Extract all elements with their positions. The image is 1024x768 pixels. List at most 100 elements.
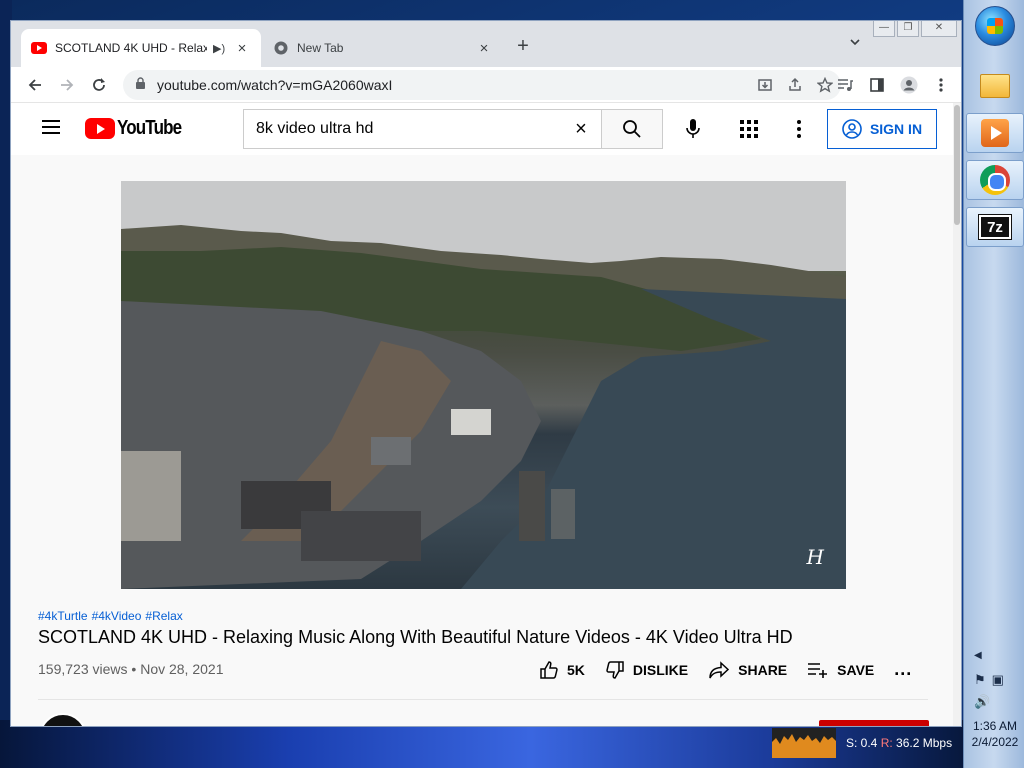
tab-new-tab[interactable]: New Tab ×: [263, 29, 503, 67]
dislike-label: DISLIKE: [632, 661, 689, 678]
more-actions-icon[interactable]: ...: [894, 659, 912, 680]
reload-icon[interactable]: [87, 73, 111, 97]
clock-date: 2/4/2022: [971, 735, 1019, 749]
install-app-icon[interactable]: [751, 73, 779, 97]
search-input[interactable]: 8k video ultra hd ×: [243, 109, 601, 149]
playlist-add-icon: [808, 662, 828, 678]
profile-avatar-icon[interactable]: [893, 73, 925, 97]
subscribe-button[interactable]: [819, 720, 929, 726]
sign-in-button[interactable]: SIGN IN: [827, 109, 937, 149]
video-hashtags: #4kTurtle #4kVideo #Relax: [38, 609, 187, 623]
network-traffic-graph: [772, 728, 836, 758]
voice-search-button[interactable]: [675, 111, 711, 147]
network-icon[interactable]: ▣: [992, 672, 1004, 688]
back-arrow-icon[interactable]: [23, 73, 47, 97]
browser-window: SCOTLAND 4K UHD - Relaxin ▶) × New Tab ×…: [10, 20, 962, 727]
system-tray: ⚑ ▣ 🔊: [974, 672, 1018, 710]
taskbar-7zip[interactable]: 7z: [966, 207, 1024, 247]
youtube-logo[interactable]: YouTube: [85, 117, 193, 140]
browser-menu-icon[interactable]: [925, 73, 957, 97]
tray-expand-arrow-icon[interactable]: ◀: [974, 650, 982, 661]
view-count: 159,723 views: [38, 661, 128, 677]
side-panel-icon[interactable]: [861, 73, 893, 97]
save-button[interactable]: SAVE: [807, 661, 874, 679]
7zip-icon: 7z: [978, 214, 1012, 240]
video-title: SCOTLAND 4K UHD - Relaxing Music Along W…: [38, 627, 793, 647]
tab-search-chevron-icon[interactable]: [843, 35, 867, 59]
hashtag-link[interactable]: #4kTurtle: [38, 609, 88, 623]
scrollbar-thumb[interactable]: [954, 105, 960, 225]
search-query-text: 8k video ultra hd: [256, 120, 374, 137]
youtube-wordmark: YouTube: [117, 117, 182, 139]
like-count: 5K: [567, 661, 585, 678]
media-player-icon: [981, 119, 1009, 147]
settings-more-icon[interactable]: [787, 117, 811, 141]
share-arrow-icon: [709, 660, 730, 678]
hamburger-menu-icon[interactable]: [39, 117, 63, 141]
taskbar-chrome[interactable]: [966, 160, 1024, 200]
start-button-icon[interactable]: [975, 6, 1015, 46]
lock-icon[interactable]: [135, 77, 147, 93]
window-close-icon[interactable]: ✕: [921, 21, 957, 37]
youtube-favicon-icon: [31, 40, 47, 56]
video-frame-scenery: [121, 181, 846, 589]
like-button[interactable]: 5K: [539, 660, 585, 680]
taskbar-media-player[interactable]: [966, 113, 1024, 153]
chrome-icon: [980, 165, 1010, 195]
sign-in-label: SIGN IN: [869, 121, 923, 137]
send-speed: S: 0.4: [846, 736, 878, 750]
meta-separator: •: [131, 661, 141, 677]
tab-strip: SCOTLAND 4K UHD - Relaxin ▶) × New Tab ×…: [11, 21, 961, 67]
close-tab-icon[interactable]: ×: [233, 40, 251, 57]
forward-arrow-icon[interactable]: [55, 73, 79, 97]
taskbar-explorer[interactable]: [966, 66, 1024, 106]
video-player[interactable]: H: [121, 181, 846, 589]
page-scrollbar[interactable]: [953, 103, 961, 726]
clock-time: 1:36 AM: [972, 719, 1018, 733]
speaker-icon[interactable]: ▶): [213, 42, 227, 55]
media-control-icon[interactable]: [829, 73, 861, 97]
microphone-icon: [686, 119, 700, 138]
thumbs-up-icon: [540, 660, 558, 679]
save-label: SAVE: [837, 661, 875, 678]
dislike-button[interactable]: DISLIKE: [605, 660, 688, 680]
receive-speed-value: 36.2 Mbps: [896, 736, 953, 750]
clear-search-icon[interactable]: ×: [561, 118, 601, 141]
youtube-apps-grid-icon[interactable]: [737, 117, 761, 141]
windows-taskbar: 7z ◀ ⚑ ▣ 🔊 1:36 AM 2/4/2022: [963, 0, 1024, 768]
hashtag-link[interactable]: #Relax: [145, 609, 182, 623]
new-tab-plus-icon[interactable]: +: [511, 35, 535, 59]
minimize-icon[interactable]: —: [873, 21, 895, 37]
taskbar-clock[interactable]: 1:36 AM 2/4/2022: [966, 718, 1024, 750]
volume-icon[interactable]: 🔊: [974, 694, 990, 710]
tab-youtube-video[interactable]: SCOTLAND 4K UHD - Relaxin ▶) ×: [21, 29, 261, 67]
network-meter-widget: S: 0.4 R: 36.2 Mbps: [772, 728, 958, 758]
youtube-play-logo-icon: [85, 118, 115, 139]
address-bar[interactable]: youtube.com/watch?v=mGA2060waxI: [123, 70, 841, 100]
channel-avatar[interactable]: [39, 713, 87, 726]
folder-icon: [980, 74, 1010, 98]
share-label: SHARE: [738, 661, 788, 678]
search-button[interactable]: [601, 109, 663, 149]
browser-toolbar: youtube.com/watch?v=mGA2060waxI: [11, 67, 961, 103]
share-button[interactable]: SHARE: [708, 660, 788, 679]
window-controls: — ❐ ✕: [871, 21, 957, 37]
network-speed-text: S: 0.4 R: 36.2 Mbps: [846, 736, 952, 750]
tab-title: SCOTLAND 4K UHD - Relaxin: [55, 41, 207, 55]
account-circle-icon: [842, 119, 862, 139]
receive-speed-label: R:: [880, 736, 893, 750]
youtube-header: YouTube 8k video ultra hd × SIGN IN: [11, 103, 955, 155]
youtube-page: YouTube 8k video ultra hd × SIGN IN H #4…: [11, 103, 955, 726]
hashtag-link[interactable]: #4kVideo: [92, 609, 142, 623]
search-icon: [623, 120, 641, 138]
video-metadata: 159,723 views • Nov 28, 2021: [38, 661, 224, 677]
video-actions: 5K DISLIKE SHARE SAVE ...: [539, 659, 932, 680]
tab-title: New Tab: [297, 41, 344, 55]
action-center-flag-icon[interactable]: ⚑: [974, 672, 986, 688]
close-tab-icon[interactable]: ×: [475, 40, 493, 57]
url-text: youtube.com/watch?v=mGA2060waxI: [157, 77, 393, 93]
video-watermark: H: [806, 545, 824, 569]
restore-icon[interactable]: ❐: [897, 21, 919, 37]
share-page-icon[interactable]: [781, 73, 809, 97]
toolbar-right-actions: [829, 73, 957, 97]
